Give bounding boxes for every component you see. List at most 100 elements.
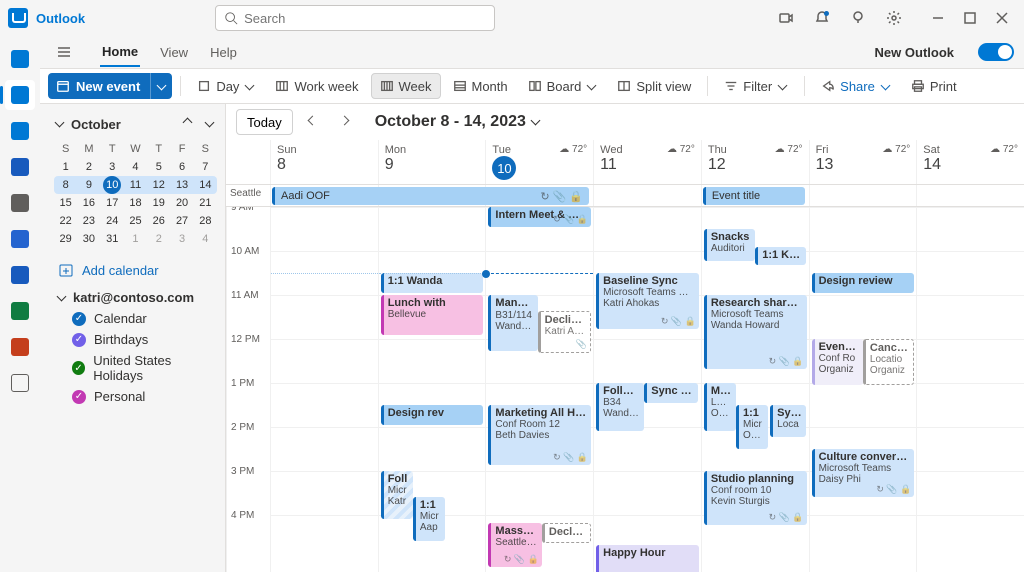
calendar-checkbox[interactable]: ✓ bbox=[72, 333, 86, 347]
calendar-checkbox[interactable]: ✓ bbox=[72, 312, 86, 326]
mini-day[interactable]: 13 bbox=[170, 176, 193, 194]
mini-day[interactable]: 5 bbox=[147, 158, 170, 176]
day-header[interactable]: Sun8 bbox=[270, 140, 378, 184]
meet-now-icon[interactable] bbox=[772, 4, 800, 32]
mini-day[interactable]: 27 bbox=[170, 212, 193, 230]
mini-day[interactable]: 2 bbox=[147, 230, 170, 248]
calendar-event[interactable]: Declined: Desig bbox=[542, 523, 591, 543]
tips-icon[interactable] bbox=[844, 4, 872, 32]
mini-day[interactable]: 30 bbox=[77, 230, 100, 248]
mini-day[interactable]: 4 bbox=[194, 230, 217, 248]
rail-calendar[interactable] bbox=[5, 80, 35, 110]
add-calendar-button[interactable]: Add calendar bbox=[58, 262, 217, 278]
calendar-event[interactable]: Follow up onB34Wanda Howa bbox=[596, 383, 644, 431]
mini-day[interactable]: 8 bbox=[54, 176, 77, 194]
search-box[interactable] bbox=[215, 5, 495, 31]
mini-day[interactable]: 7 bbox=[194, 158, 217, 176]
mini-day[interactable]: 20 bbox=[170, 194, 193, 212]
day-column[interactable]: 1:1 WandaLunch withBellevueDesign revFol… bbox=[378, 207, 486, 572]
day-column[interactable] bbox=[916, 207, 1024, 572]
maximize-button[interactable] bbox=[956, 4, 984, 32]
calendar-event[interactable]: SyncLoca bbox=[770, 405, 806, 437]
day-header[interactable]: Wed11☁ 72° bbox=[593, 140, 701, 184]
mini-day[interactable]: 28 bbox=[194, 212, 217, 230]
mini-day[interactable]: 25 bbox=[124, 212, 147, 230]
calendar-event[interactable]: Culture conversationMicrosoft TeamsDaisy… bbox=[812, 449, 915, 497]
today-button[interactable]: Today bbox=[236, 109, 293, 135]
calendar-event[interactable]: 1:1MicrOrga bbox=[736, 405, 768, 449]
new-outlook-toggle[interactable] bbox=[978, 43, 1014, 61]
allday-event[interactable]: Event title bbox=[703, 187, 805, 205]
mini-day[interactable]: 1 bbox=[54, 158, 77, 176]
calendar-event[interactable]: Baseline SyncMicrosoft Teams MeetingKatr… bbox=[596, 273, 699, 329]
mini-day[interactable]: 31 bbox=[101, 230, 124, 248]
rail-people[interactable] bbox=[5, 116, 35, 146]
calendar-event[interactable]: Massage apptSeattle downto↻ 📎 🔒 bbox=[488, 523, 541, 567]
month-next-button[interactable] bbox=[201, 116, 217, 132]
rail-powerpoint[interactable] bbox=[5, 332, 35, 362]
calendar-event[interactable]: Happy Hour bbox=[596, 545, 699, 572]
calendar-event[interactable]: Research shareoutMicrosoft TeamsWanda Ho… bbox=[704, 295, 807, 369]
month-prev-button[interactable] bbox=[179, 116, 195, 132]
calendar-event[interactable]: Marketing All HandsConf Room 12Beth Davi… bbox=[488, 405, 591, 465]
calendar-event[interactable]: 1:1 Kevin bbox=[755, 247, 806, 265]
mini-day[interactable]: 16 bbox=[77, 194, 100, 212]
settings-icon[interactable] bbox=[880, 4, 908, 32]
mini-day[interactable]: 29 bbox=[54, 230, 77, 248]
mini-day[interactable]: 10 bbox=[103, 176, 121, 194]
calendar-item[interactable]: ✓Personal bbox=[72, 389, 217, 404]
hamburger-icon[interactable] bbox=[50, 38, 78, 66]
mini-day[interactable]: 6 bbox=[170, 158, 193, 176]
day-header[interactable]: Tue10☁ 72° bbox=[485, 140, 593, 184]
mini-day[interactable]: 3 bbox=[101, 158, 124, 176]
day-header[interactable]: Sat14☁ 72° bbox=[916, 140, 1024, 184]
mini-day[interactable]: 18 bbox=[124, 194, 147, 212]
calendar-event[interactable]: CanceleLocatioOrganiz bbox=[863, 339, 914, 385]
day-column[interactable]: Baseline SyncMicrosoft Teams MeetingKatr… bbox=[593, 207, 701, 572]
rail-groups[interactable] bbox=[5, 152, 35, 182]
prev-week-button[interactable] bbox=[301, 110, 325, 134]
day-header[interactable]: Thu12☁ 72° bbox=[701, 140, 809, 184]
calendar-checkbox[interactable]: ✓ bbox=[72, 390, 86, 404]
next-week-button[interactable] bbox=[333, 110, 357, 134]
day-header[interactable]: Mon9 bbox=[378, 140, 486, 184]
mini-day[interactable]: 3 bbox=[170, 230, 193, 248]
calendar-event[interactable]: Design review bbox=[812, 273, 915, 293]
calendar-event[interactable]: Intern Meet & Greet↻ 📎 🔒 bbox=[488, 207, 591, 227]
filter-button[interactable]: Filter bbox=[716, 73, 796, 99]
mini-day[interactable]: 22 bbox=[54, 212, 77, 230]
mini-day[interactable]: 21 bbox=[194, 194, 217, 212]
mini-day[interactable]: 11 bbox=[124, 176, 147, 194]
new-event-chevron-icon[interactable] bbox=[150, 73, 172, 99]
mini-day[interactable]: 19 bbox=[147, 194, 170, 212]
mini-day[interactable]: 24 bbox=[101, 212, 124, 230]
calendar-event[interactable]: Studio planningConf room 10Kevin Sturgis… bbox=[704, 471, 807, 525]
rail-files[interactable] bbox=[5, 188, 35, 218]
close-button[interactable] bbox=[988, 4, 1016, 32]
rail-word[interactable] bbox=[5, 260, 35, 290]
calendar-checkbox[interactable]: ✓ bbox=[72, 361, 85, 375]
view-board-button[interactable]: Board bbox=[520, 73, 606, 99]
view-splitview-button[interactable]: Split view bbox=[609, 73, 699, 99]
rail-excel[interactable] bbox=[5, 296, 35, 326]
day-header[interactable]: Fri13☁ 72° bbox=[809, 140, 917, 184]
share-button[interactable]: Share bbox=[813, 73, 899, 99]
allday-event[interactable]: Aadi OOF↻ 📎 🔒 bbox=[272, 187, 589, 205]
mini-day[interactable]: 23 bbox=[77, 212, 100, 230]
calendar-item[interactable]: ✓Calendar bbox=[72, 311, 217, 326]
new-event-button[interactable]: New event bbox=[48, 73, 172, 99]
view-week-button[interactable]: Week bbox=[371, 73, 441, 99]
rail-more[interactable] bbox=[5, 368, 35, 398]
calendar-item[interactable]: ✓United States Holidays bbox=[72, 353, 217, 383]
mini-day[interactable]: 12 bbox=[147, 176, 170, 194]
tab-help[interactable]: Help bbox=[208, 39, 239, 66]
account-toggle[interactable]: katri@contoso.com bbox=[56, 290, 217, 305]
print-button[interactable]: Print bbox=[903, 73, 965, 99]
mini-day[interactable]: 26 bbox=[147, 212, 170, 230]
calendar-event[interactable]: Event titConf RoOrganiz bbox=[812, 339, 863, 385]
calendar-event[interactable]: 1:1 Wanda bbox=[381, 273, 484, 293]
day-column[interactable] bbox=[270, 207, 378, 572]
calendar-event[interactable]: Lunch withBellevue bbox=[381, 295, 484, 335]
rail-mail[interactable] bbox=[5, 44, 35, 74]
day-column[interactable]: SnacksAuditori1:1 KevinResearch shareout… bbox=[701, 207, 809, 572]
